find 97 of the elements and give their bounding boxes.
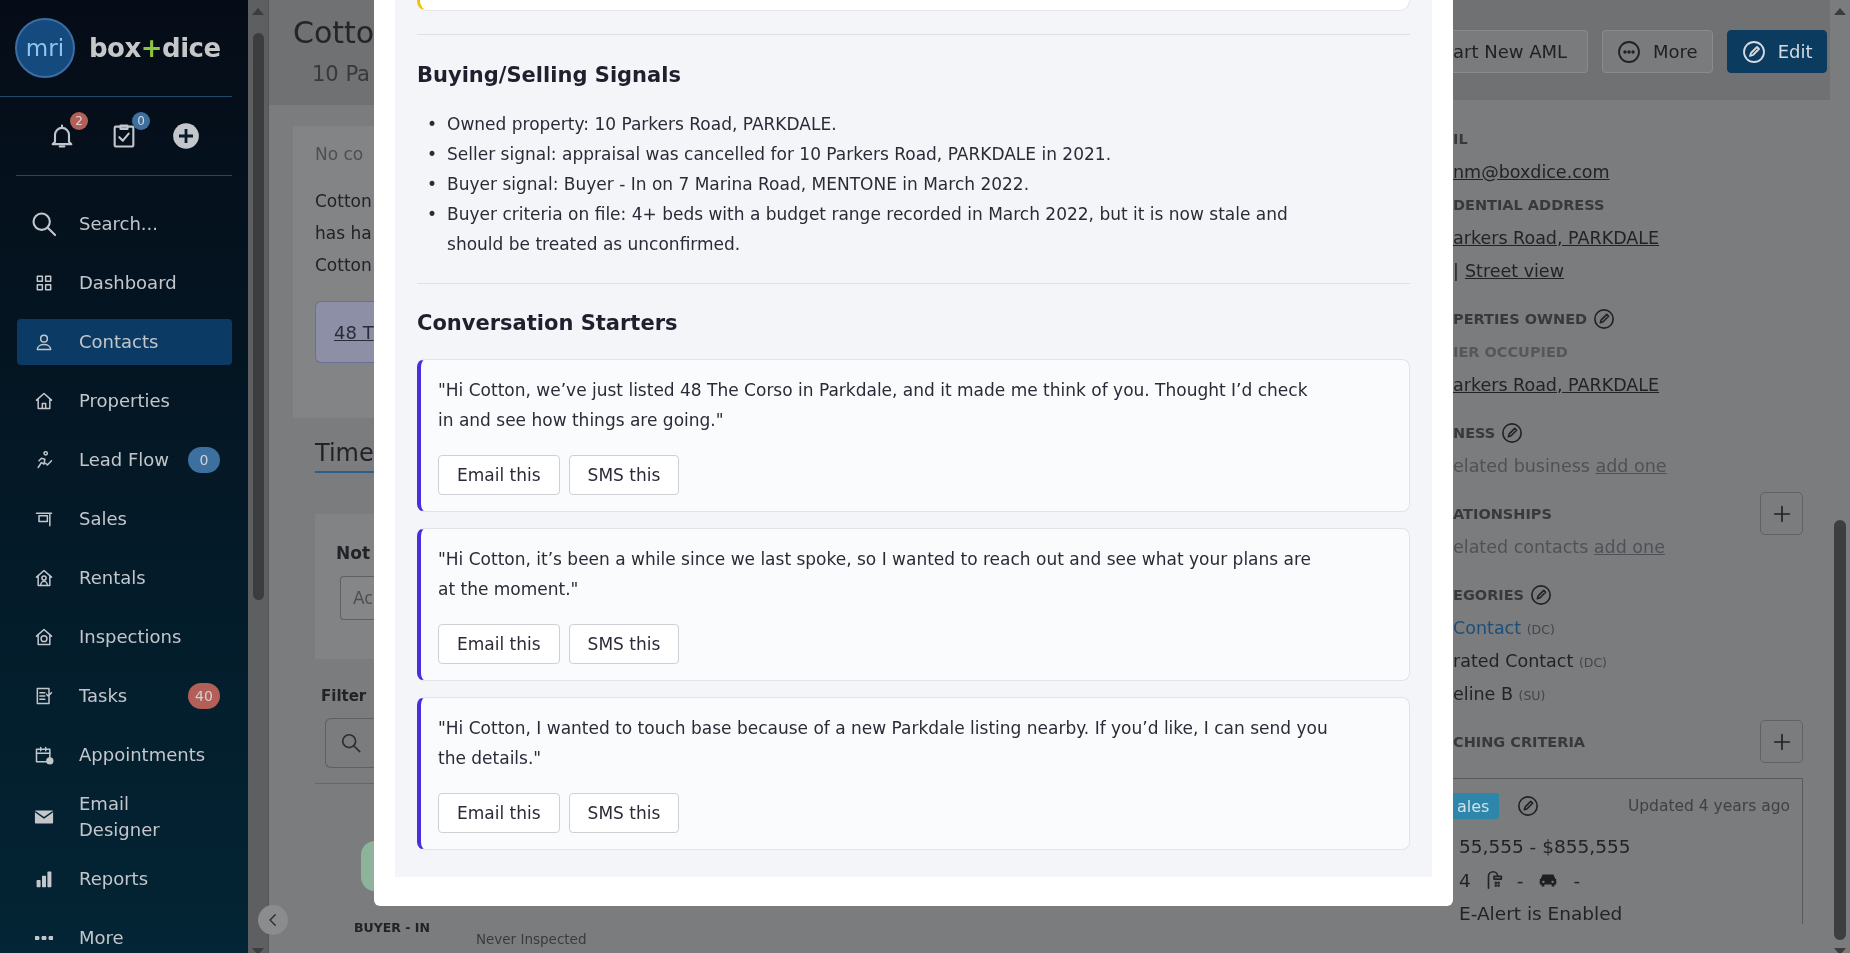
signboard-icon: [34, 509, 54, 529]
section-heading: NESS: [1453, 424, 1496, 441]
ellipsis-icon: [35, 936, 53, 940]
envelope-icon: [34, 807, 54, 827]
house-icon: [34, 627, 54, 647]
bullet-mark: •: [427, 203, 438, 226]
bullet-mark: •: [427, 143, 438, 166]
nav-item[interactable]: Rentals: [17, 555, 232, 601]
signal-item: Buyer signal: Buyer - In on 7 Marina Road, MENTONE in March 2022.: [447, 173, 1030, 196]
section-heading: CHING CRITERIA: [1453, 733, 1586, 750]
section-heading: Buying/Selling Signals: [417, 62, 682, 88]
create-button[interactable]: [172, 122, 200, 150]
starter-text: "Hi Cotton, we’ve just listed 48 The Corso in Parkdale, and it made me think of you. Thought I’d check in and see how things are going.": [438, 379, 1309, 432]
edit-icon[interactable]: [1530, 583, 1553, 606]
add-button[interactable]: [1760, 492, 1803, 535]
edit-icon[interactable]: [1517, 795, 1540, 817]
summary-text: has ha: [315, 222, 373, 245]
checklist-icon: [34, 686, 54, 706]
nav-item[interactable]: Email Designer: [17, 791, 232, 843]
count-badge: 0: [132, 112, 150, 130]
sms-button[interactable]: SMS this: [568, 624, 680, 664]
edit-icon[interactable]: [1593, 307, 1616, 330]
email-button[interactable]: Email this: [438, 455, 560, 495]
property-chip[interactable]: 48 T: [315, 301, 374, 363]
logo-badge: mri: [15, 18, 75, 78]
bar-chart-icon: [34, 869, 54, 889]
signal-item: Buyer criteria on file: 4+ beds with a budget range recorded in March 2022, but it is now stale and should be treated as unconfirmed.: [447, 203, 1289, 256]
add-button[interactable]: [1760, 720, 1803, 763]
field-label: DENTIAL ADDRESS: [1453, 196, 1605, 213]
address-link[interactable]: arkers Road, PARKDALE: [1453, 374, 1660, 395]
more-icon: [1617, 39, 1641, 64]
summary-text: Cotton: [315, 190, 373, 213]
add-icon: [172, 121, 200, 151]
category-item: Contact (DC): [1453, 617, 1555, 638]
category-item: eline B (SU): [1453, 683, 1546, 704]
timeline-detail: Never Inspected: [475, 931, 587, 947]
nav-item[interactable]: Contacts: [17, 319, 232, 365]
card-title: Not: [336, 543, 372, 563]
price-range: 55,555 - $855,555: [1459, 836, 1632, 857]
section-heading: ATIONSHIPS: [1453, 505, 1552, 522]
bed-count: 4: [1459, 869, 1471, 891]
filter-heading: Filter: [321, 687, 368, 705]
person-icon: [34, 332, 54, 352]
alert-status: E-Alert is Enabled: [1459, 903, 1624, 924]
more-button[interactable]: More: [1602, 30, 1713, 73]
grid-icon: [34, 273, 54, 293]
calendar-icon: [34, 745, 54, 765]
bullet-mark: •: [427, 113, 438, 136]
nav-item[interactable]: Lead Flow 0: [17, 437, 232, 483]
separator: |: [1453, 260, 1459, 281]
sms-button[interactable]: SMS this: [568, 793, 680, 833]
scrollbar[interactable]: [248, 0, 268, 953]
search-icon: [30, 210, 58, 238]
section-heading: Conversation Starters: [417, 310, 679, 336]
car-count: -: [1573, 869, 1581, 891]
house-icon: [34, 391, 54, 411]
count-badge: 0: [188, 447, 220, 473]
count-badge: 40: [188, 683, 220, 709]
email-button[interactable]: Email this: [438, 793, 560, 833]
street-view-link[interactable]: Street view: [1464, 260, 1564, 281]
brand-logo: box+dice: [89, 33, 221, 63]
nav-item[interactable]: Inspections: [17, 614, 232, 660]
address-link[interactable]: arkers Road, PARKDALE: [1453, 227, 1660, 248]
starter-text: "Hi Cotton, I wanted to touch base because of a new Parkdale listing nearby. If you’d like, I can send you the details.": [438, 717, 1328, 770]
summary-text: Cotton: [315, 254, 373, 277]
sms-button[interactable]: SMS this: [568, 455, 680, 495]
bullet-mark: •: [427, 173, 438, 196]
count-badge: 2: [70, 112, 88, 130]
nav-item[interactable]: Properties: [17, 378, 232, 424]
nav-item[interactable]: More: [17, 915, 232, 953]
signal-item: Seller signal: appraisal was cancelled for 10 Parkers Road, PARKDALE in 2021.: [447, 143, 1112, 166]
starter-text: "Hi Cotton, it’s been a while since we last spoke, so I wanted to reach out and see what your plans are at the moment.": [438, 548, 1313, 601]
updated-text: Updated 4 years ago: [1627, 797, 1790, 815]
contact-name: Cotto: [292, 14, 374, 50]
nav-item[interactable]: Tasks 40: [17, 673, 232, 719]
nav-item[interactable]: Sales: [17, 496, 232, 542]
contact-address: 10 Pa: [311, 62, 371, 86]
nav-item[interactable]: Reports: [17, 856, 232, 902]
nav-item[interactable]: Appointments: [17, 732, 232, 778]
bath-count: -: [1516, 869, 1524, 891]
edit-icon: [1741, 39, 1766, 64]
section-heading: PERTIES OWNED: [1453, 310, 1588, 327]
runner-icon: [34, 450, 54, 470]
section-heading: EGORIES: [1453, 586, 1525, 603]
field-label: IL: [1453, 130, 1468, 147]
nav-item[interactable]: Dashboard: [17, 260, 232, 306]
search-icon: [340, 732, 362, 754]
email-button[interactable]: Email this: [438, 624, 560, 664]
house-icon: [34, 568, 54, 588]
type-tag: ales: [1453, 793, 1500, 819]
aml-button[interactable]: art New AML: [1453, 30, 1588, 73]
edit-icon[interactable]: [1501, 421, 1524, 444]
signal-item: Owned property: 10 Parkers Road, PARKDALE.: [447, 113, 837, 136]
timeline-label: BUYER - IN: [354, 920, 430, 935]
search-link[interactable]: Search...: [17, 201, 232, 247]
address-link[interactable]: nm@boxdice.com: [1453, 161, 1610, 182]
edit-button[interactable]: Edit: [1726, 30, 1828, 73]
